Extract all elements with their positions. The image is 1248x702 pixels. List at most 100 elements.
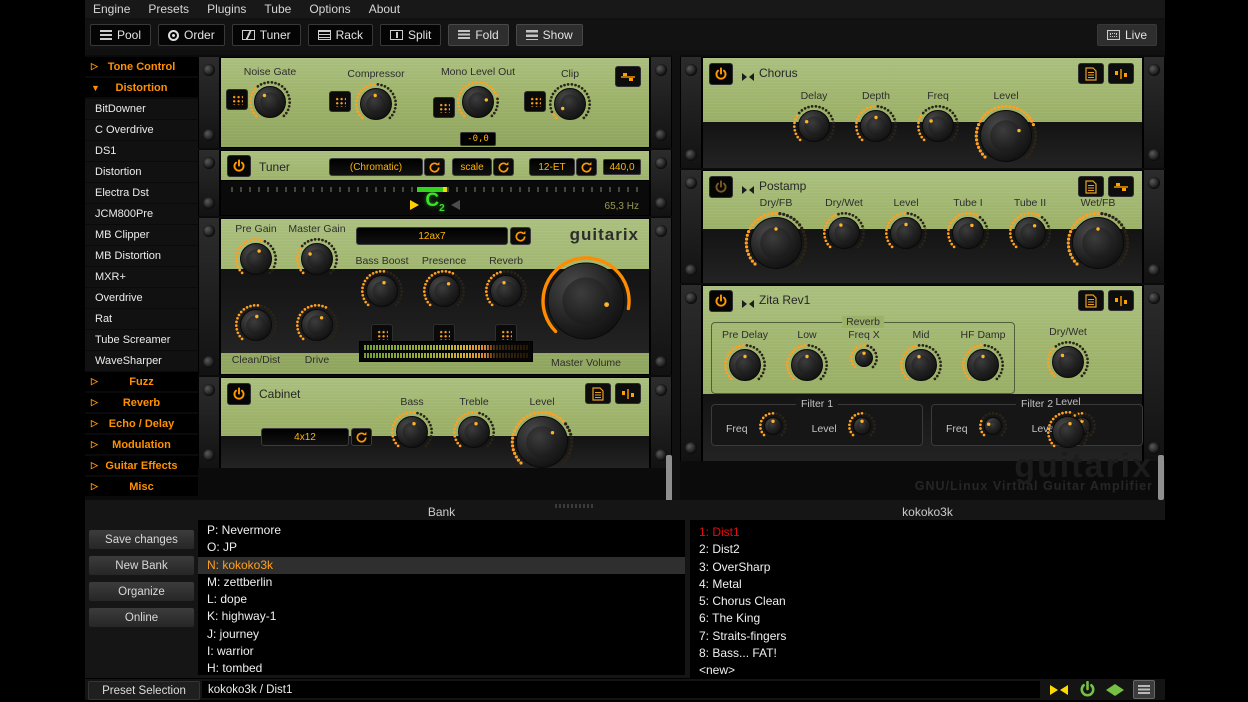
bank-row-o-jp[interactable]: O: JP <box>198 539 685 556</box>
power-button[interactable] <box>709 290 733 312</box>
sidebar-item-tone-control[interactable]: Tone Control <box>85 57 198 76</box>
knob-freq-x[interactable] <box>849 343 879 378</box>
sidebar-item-echo-delay[interactable]: Echo / Delay <box>85 414 198 433</box>
cabinet-model-select[interactable]: 4x12 <box>261 428 349 446</box>
knob-level[interactable] <box>510 410 574 479</box>
bank-row-j-journey[interactable]: J: journey <box>198 626 685 643</box>
sidebar-item-mxr[interactable]: MXR+ <box>85 267 198 287</box>
bank-row-k-highway-1[interactable]: K: highway-1 <box>198 608 685 625</box>
preset-row-4-metal[interactable]: 4: Metal <box>690 576 1165 593</box>
toolbar-button-order[interactable]: Order <box>158 24 225 46</box>
toolbar-button-show[interactable]: Show <box>516 24 583 46</box>
sidebar-item-mb-clipper[interactable]: MB Clipper <box>85 225 198 245</box>
knob-bass[interactable] <box>390 410 434 459</box>
knob-pre-gain[interactable] <box>234 237 278 286</box>
reset-icon[interactable] <box>493 158 514 176</box>
sidebar-item-distortion[interactable]: Distortion <box>85 162 198 182</box>
bank-action-button-save-changes[interactable]: Save changes <box>88 529 195 550</box>
ref-pitch-display[interactable]: 440,0 <box>603 159 641 175</box>
knob-freq[interactable] <box>916 104 960 153</box>
sidebar-item-jcm800pre[interactable]: JCM800Pre <box>85 204 198 224</box>
preset-row-2-dist2[interactable]: 2: Dist2 <box>690 541 1165 558</box>
preset-file-icon[interactable] <box>1078 290 1104 311</box>
sidebar-item-mb-distortion[interactable]: MB Distortion <box>85 246 198 266</box>
knob-clean-dist[interactable] <box>234 303 278 352</box>
live-button[interactable]: Live <box>1097 24 1157 46</box>
knob-freq[interactable] <box>758 411 788 446</box>
menu-item-engine[interactable]: Engine <box>93 2 130 16</box>
routing-icon[interactable] <box>1108 290 1134 311</box>
knob-level[interactable] <box>974 104 1038 173</box>
bank-action-button-new-bank[interactable]: New Bank <box>88 555 195 576</box>
scale-select[interactable]: scale <box>452 158 492 176</box>
knob-tube-i[interactable] <box>946 211 990 260</box>
sidebar-item-tube-screamer[interactable]: Tube Screamer <box>85 330 198 350</box>
knob-drive[interactable] <box>295 303 339 352</box>
preset-row-8-bass-fat[interactable]: 8: Bass... FAT! <box>690 645 1165 662</box>
knob-dry-wet[interactable] <box>822 211 866 260</box>
reset-icon[interactable] <box>576 158 597 176</box>
sidebar-item-wavesharper[interactable]: WaveSharper <box>85 351 198 371</box>
reset-icon[interactable] <box>351 428 372 446</box>
bank-row-i-warrior[interactable]: I: warrior <box>198 643 685 660</box>
sidebar-item-c-overdrive[interactable]: C Overdrive <box>85 120 198 140</box>
preset-row-1-dist1[interactable]: 1: Dist1 <box>690 524 1165 541</box>
preset-row-6-the-king[interactable]: 6: The King <box>690 610 1165 627</box>
knob-tube-ii[interactable] <box>1008 211 1052 260</box>
sidebar-item-overdrive[interactable]: Overdrive <box>85 288 198 308</box>
sidebar-item-fuzz[interactable]: Fuzz <box>85 372 198 391</box>
menu-item-options[interactable]: Options <box>309 2 350 16</box>
preset-row-new[interactable]: <new> <box>690 662 1165 679</box>
value-display[interactable]: -0,0 <box>460 132 496 146</box>
menu-item-about[interactable]: About <box>369 2 400 16</box>
sidebar-item-bitdowner[interactable]: BitDowner <box>85 99 198 119</box>
knob-freq[interactable] <box>978 411 1008 446</box>
knob-compressor[interactable] <box>354 82 398 131</box>
menu-item-presets[interactable]: Presets <box>148 2 189 16</box>
knob-clip[interactable] <box>548 82 592 131</box>
knob-bass-boost[interactable] <box>360 269 404 318</box>
routing-icon[interactable] <box>1108 176 1134 197</box>
preset-row-3-oversharp[interactable]: 3: OverSharp <box>690 559 1165 576</box>
sidebar-item-guitar-effects[interactable]: Guitar Effects <box>85 456 198 475</box>
sidebar-item-ds1[interactable]: DS1 <box>85 141 198 161</box>
routing-icon[interactable] <box>1108 63 1134 84</box>
toolbar-button-fold[interactable]: Fold <box>448 24 508 46</box>
routing-icon[interactable] <box>615 383 641 404</box>
preset-row-5-chorus-clean[interactable]: 5: Chorus Clean <box>690 593 1165 610</box>
sidebar-item-reverb[interactable]: Reverb <box>85 393 198 412</box>
tuning-mode-select[interactable]: (Chromatic) <box>329 158 423 176</box>
knob-master-volume[interactable] <box>540 255 632 352</box>
knob-level[interactable] <box>884 211 928 260</box>
routing-icon[interactable] <box>615 66 641 87</box>
sidebar-item-rat[interactable]: Rat <box>85 309 198 329</box>
knob-pre-delay[interactable] <box>723 343 767 392</box>
toolbar-button-tuner[interactable]: Tuner <box>232 24 301 46</box>
bank-row-m-zettberlin[interactable]: M: zettberlin <box>198 574 685 591</box>
bank-row-p-nevermore[interactable]: P: Nevermore <box>198 522 685 539</box>
bank-row-n-kokoko3k[interactable]: N: kokoko3k <box>198 557 685 574</box>
power-button[interactable] <box>227 383 251 405</box>
log-window-icon[interactable] <box>1133 680 1155 699</box>
knob-dry-fb[interactable] <box>744 211 808 280</box>
scrollbar-thumb[interactable] <box>1158 455 1164 500</box>
knob-mid[interactable] <box>899 343 943 392</box>
menu-item-tube[interactable]: Tube <box>264 2 291 16</box>
knob-reverb[interactable] <box>484 269 528 318</box>
power-button[interactable] <box>709 176 733 198</box>
tube-select[interactable]: 12ax7 <box>356 227 508 245</box>
reset-icon[interactable] <box>424 158 445 176</box>
bank-action-button-organize[interactable]: Organize <box>88 581 195 602</box>
knob-depth[interactable] <box>854 104 898 153</box>
reset-icon[interactable] <box>510 227 531 245</box>
toolbar-button-rack[interactable]: Rack <box>308 24 373 46</box>
preset-row-7-straits-fingers[interactable]: 7: Straits-fingers <box>690 628 1165 645</box>
knob-master-gain[interactable] <box>295 237 339 286</box>
sidebar-item-modulation[interactable]: Modulation <box>85 435 198 454</box>
engine-power-icon[interactable] <box>1075 680 1099 699</box>
bank-row-h-tombed[interactable]: H: tombed <box>198 660 685 675</box>
knob-presence[interactable] <box>422 269 466 318</box>
bank-row-l-dope[interactable]: L: dope <box>198 591 685 608</box>
knob-noise-gate[interactable] <box>248 80 292 129</box>
bypass-arrows-icon[interactable] <box>1103 680 1127 699</box>
